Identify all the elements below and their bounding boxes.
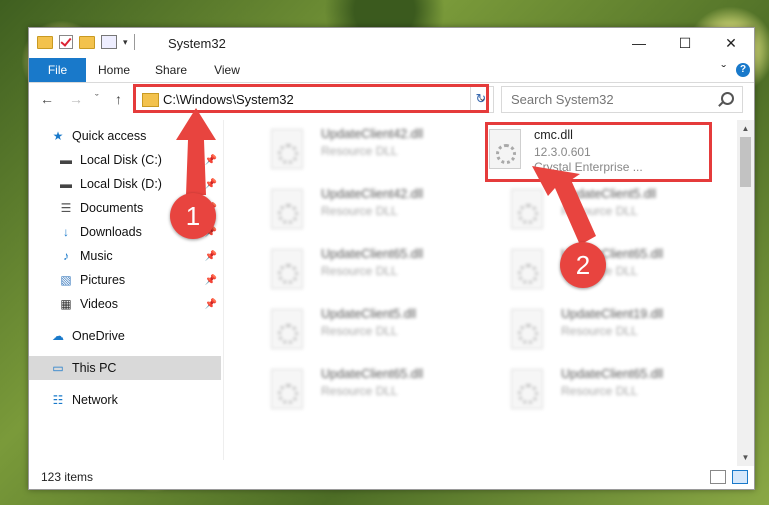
step-2-badge: 2 — [560, 242, 606, 288]
arrow-1-icon — [176, 108, 216, 195]
step-1-badge: 1 — [170, 193, 216, 239]
arrow-2-icon — [532, 166, 596, 245]
annotation-arrows — [176, 108, 596, 245]
